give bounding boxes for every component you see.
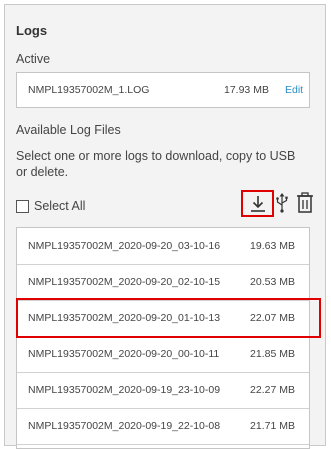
active-log-box: NMPL19357002M_1.LOG 17.93 MB Edit bbox=[16, 72, 310, 108]
log-file-row[interactable]: NMPL19357002M_2020-09-19_22-10-08 21.71 … bbox=[17, 408, 309, 445]
log-file-name: NMPL19357002M_2020-09-20_02-10-15 bbox=[28, 276, 221, 288]
log-file-row[interactable]: NMPL19357002M_2020-09-20_00-10-11 21.85 … bbox=[17, 336, 309, 373]
log-file-size: 22.07 MB bbox=[250, 312, 295, 324]
log-file-size: 21.85 MB bbox=[250, 348, 295, 360]
logs-panel: Logs Active NMPL19357002M_1.LOG 17.93 MB… bbox=[4, 4, 326, 449]
active-log-size: 17.93 MB bbox=[224, 84, 269, 96]
available-label: Available Log Files bbox=[16, 123, 121, 137]
download-button[interactable] bbox=[241, 190, 274, 217]
select-all-checkbox[interactable]: Select All bbox=[16, 199, 85, 213]
log-file-size: 19.63 MB bbox=[250, 240, 295, 252]
log-file-name: NMPL19357002M_2020-09-19_22-10-08 bbox=[28, 420, 221, 432]
log-file-row[interactable]: NMPL19357002M_2020-09-20_01-10-13 22.07 … bbox=[17, 300, 309, 337]
log-file-row[interactable]: NMPL19357002M_2020-09-19_23-10-09 22.27 … bbox=[17, 372, 309, 409]
checkbox-box[interactable] bbox=[16, 199, 29, 213]
log-file-size: 21.71 MB bbox=[250, 420, 295, 432]
active-log-name: NMPL19357002M_1.LOG bbox=[28, 84, 150, 96]
delete-button[interactable] bbox=[296, 192, 314, 213]
log-file-name: NMPL19357002M_2020-09-20_00-10-11 bbox=[28, 348, 220, 360]
log-file-size: 20.53 MB bbox=[250, 276, 295, 288]
log-file-size: 22.27 MB bbox=[250, 384, 295, 396]
log-file-name: NMPL19357002M_2020-09-20_01-10-13 bbox=[28, 312, 221, 324]
log-file-row[interactable]: NMPL19357002M_2020-09-20_03-10-16 19.63 … bbox=[17, 228, 309, 265]
usb-icon bbox=[276, 193, 288, 213]
select-all-label: Select All bbox=[34, 199, 86, 213]
log-file-name: NMPL19357002M_2020-09-19_23-10-09 bbox=[28, 384, 221, 396]
panel-title: Logs bbox=[16, 23, 48, 38]
log-file-list[interactable]: NMPL19357002M_2020-09-20_03-10-16 19.63 … bbox=[16, 227, 310, 449]
active-label: Active bbox=[16, 52, 51, 66]
edit-link[interactable]: Edit bbox=[285, 84, 303, 96]
trash-icon bbox=[297, 192, 313, 213]
log-file-name: NMPL19357002M_2020-09-20_03-10-16 bbox=[28, 240, 221, 252]
log-file-row[interactable]: NMPL19357002M_2020-09-20_02-10-15 20.53 … bbox=[17, 264, 309, 301]
download-icon bbox=[250, 195, 265, 212]
instructions-text: Select one or more logs to download, cop… bbox=[16, 149, 296, 179]
copy-to-usb-button[interactable] bbox=[275, 193, 289, 213]
